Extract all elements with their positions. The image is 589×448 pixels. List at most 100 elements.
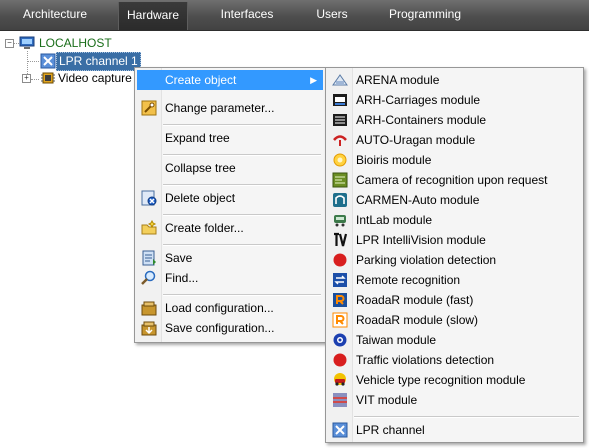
submenu-item-traffic-violations[interactable]: Traffic violations detection <box>328 350 581 370</box>
submenu-item-label: LPR channel <box>356 423 425 437</box>
menu-item-create-object[interactable]: Create object ▶ <box>137 70 323 90</box>
submenu-item-label: ARH-Carriages module <box>356 93 481 107</box>
submenu-item-remote-recognition[interactable]: Remote recognition <box>328 270 581 290</box>
submenu-item-carmen-auto[interactable]: CARMEN-Auto module <box>328 190 581 210</box>
new-folder-icon <box>141 220 157 235</box>
bioiris-icon <box>333 153 347 167</box>
roadar-slow-icon <box>332 312 348 328</box>
traffic-violations-icon <box>333 353 347 367</box>
submenu-item-label: Bioiris module <box>356 153 432 167</box>
intellivision-icon <box>334 232 348 247</box>
tree-item-lpr-channel[interactable]: LPR channel 1 <box>56 52 141 71</box>
submenu-item-bioiris[interactable]: Bioiris module <box>328 150 581 170</box>
wrench-icon <box>141 100 157 116</box>
menu-item-label: Change parameter... <box>165 101 275 115</box>
menu-item-save[interactable]: Save <box>137 248 323 268</box>
menu-separator <box>354 416 579 418</box>
collapse-toggle[interactable]: − <box>5 39 14 48</box>
submenu-item-label: Vehicle type recognition module <box>356 373 526 387</box>
auto-uragan-icon <box>333 135 347 146</box>
submenu-item-label: ARENA module <box>356 73 440 87</box>
camera-recognition-icon <box>332 172 348 188</box>
submenu-item-lpr-channel[interactable]: LPR channel <box>328 420 581 440</box>
arh-containers-icon <box>333 114 347 126</box>
menu-item-expand-tree[interactable]: Expand tree <box>137 128 323 148</box>
tab-architecture[interactable]: Architecture <box>8 0 102 30</box>
menu-item-change-parameter[interactable]: Change parameter... <box>137 98 323 118</box>
submenu-item-label: ARH-Containers module <box>356 113 487 127</box>
submenu-item-arh-carriages[interactable]: ARH-Carriages module <box>328 90 581 110</box>
submenu-item-label: Taiwan module <box>356 333 437 347</box>
tab-interfaces[interactable]: Interfaces <box>208 0 286 30</box>
create-object-submenu: ARENA module ARH-Carriages module ARH-Co… <box>325 67 584 443</box>
arh-carriages-icon <box>333 94 347 106</box>
submenu-item-label: CARMEN-Auto module <box>356 193 480 207</box>
submenu-item-lpr-intellivision[interactable]: LPR IntelliVision module <box>328 230 581 250</box>
menu-item-label: Expand tree <box>165 131 230 145</box>
submenu-item-intlab[interactable]: IntLab module <box>328 210 581 230</box>
menu-item-label: Save configuration... <box>165 321 275 335</box>
submenu-item-label: Parking violation detection <box>356 253 497 267</box>
submenu-item-roadar-fast[interactable]: RoadaR module (fast) <box>328 290 581 310</box>
save-icon <box>142 250 156 266</box>
submenu-item-label: Traffic violations detection <box>356 353 495 367</box>
menu-item-label: Save <box>165 251 193 265</box>
submenu-item-camera-recognition[interactable]: Camera of recognition upon request <box>328 170 581 190</box>
vit-icon <box>333 393 347 407</box>
submenu-item-label: RoadaR module (fast) <box>356 293 474 307</box>
taiwan-icon <box>333 333 347 347</box>
submenu-item-vehicle-type[interactable]: Vehicle type recognition module <box>328 370 581 390</box>
computer-icon <box>19 36 35 49</box>
submenu-item-arena[interactable]: ARENA module <box>328 70 581 90</box>
tab-hardware[interactable]: Hardware <box>118 2 188 30</box>
top-tab-bar: Architecture Hardware Interfaces Users P… <box>0 0 589 31</box>
delete-icon <box>141 190 157 206</box>
submenu-item-roadar-slow[interactable]: RoadaR module (slow) <box>328 310 581 330</box>
menu-item-save-configuration[interactable]: Save configuration... <box>137 318 323 338</box>
menu-separator <box>163 214 321 216</box>
menu-item-label: Find... <box>165 271 199 285</box>
menu-item-label: Collapse tree <box>165 161 236 175</box>
menu-item-create-folder[interactable]: Create folder... <box>137 218 323 238</box>
submenu-arrow-icon: ▶ <box>310 75 317 85</box>
remote-recognition-icon <box>333 273 347 287</box>
menu-item-label: Create folder... <box>165 221 244 235</box>
tab-users[interactable]: Users <box>304 0 360 30</box>
menu-item-label: Load configuration... <box>165 301 274 315</box>
menu-item-delete-object[interactable]: Delete object <box>137 188 323 208</box>
menu-item-load-configuration[interactable]: Load configuration... <box>137 298 323 318</box>
submenu-item-label: Remote recognition <box>356 273 461 287</box>
submenu-item-parking-violation[interactable]: Parking violation detection <box>328 250 581 270</box>
submenu-item-vit[interactable]: VIT module <box>328 390 581 410</box>
tree-connector <box>27 61 39 62</box>
menu-item-collapse-tree[interactable]: Collapse tree <box>137 158 323 178</box>
chip-icon <box>41 72 55 84</box>
submenu-item-label: VIT module <box>356 393 418 407</box>
submenu-item-label: IntLab module <box>356 213 433 227</box>
submenu-item-label: Camera of recognition upon request <box>356 173 548 187</box>
submenu-item-label: LPR IntelliVision module <box>356 233 486 247</box>
menu-separator <box>163 294 321 296</box>
vehicle-type-icon <box>334 373 346 386</box>
menu-separator <box>163 154 321 156</box>
submenu-item-auto-uragan[interactable]: AUTO-Uragan module <box>328 130 581 150</box>
menu-item-find[interactable]: Find... <box>137 268 323 288</box>
submenu-item-arh-containers[interactable]: ARH-Containers module <box>328 110 581 130</box>
search-icon <box>141 270 156 285</box>
menu-separator <box>163 244 321 246</box>
tab-programming[interactable]: Programming <box>380 0 470 30</box>
menu-separator <box>163 184 321 186</box>
expand-toggle[interactable]: + <box>22 74 31 83</box>
parking-violation-icon <box>333 253 347 267</box>
menu-separator <box>163 124 321 126</box>
lpr-channel-icon <box>40 53 56 69</box>
carmen-auto-icon <box>333 193 347 207</box>
submenu-item-label: RoadaR module (slow) <box>356 313 479 327</box>
tree-item-video-capture[interactable]: Video capture <box>56 70 134 87</box>
tree-root-localhost[interactable]: LOCALHOST <box>37 35 114 52</box>
menu-item-label: Delete object <box>165 191 236 205</box>
submenu-item-taiwan[interactable]: Taiwan module <box>328 330 581 350</box>
context-menu: Create object ▶ Change parameter... Expa… <box>134 67 326 343</box>
tree-connector <box>31 79 39 80</box>
roadar-fast-icon <box>333 293 347 307</box>
